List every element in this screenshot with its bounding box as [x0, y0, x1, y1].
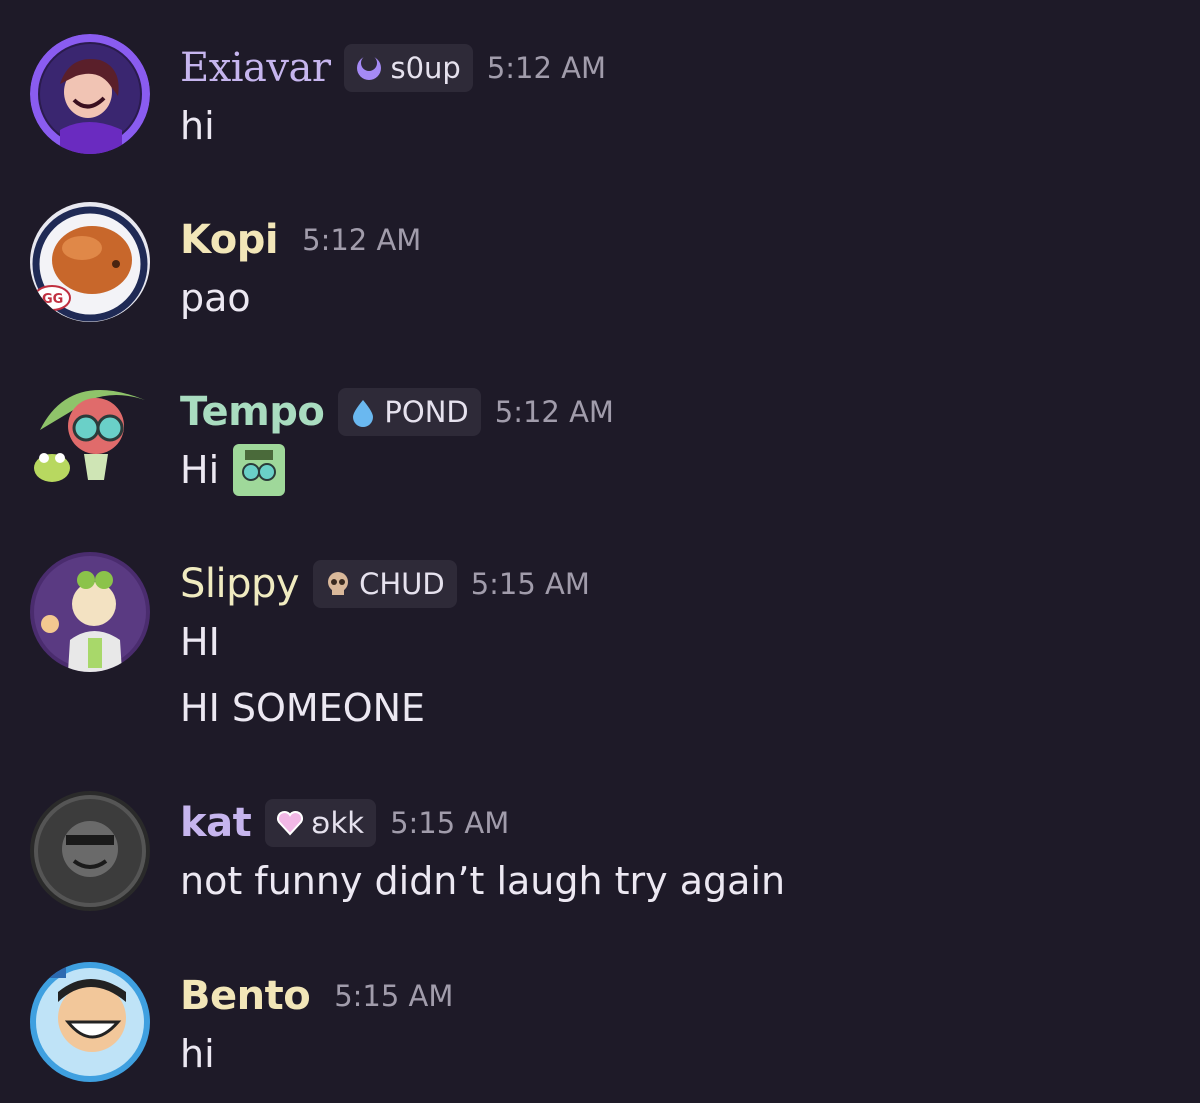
message-header: Exiavar s0up 5:12 AM [180, 40, 606, 96]
message-header: Tempo POND 5:12 AM [180, 384, 614, 440]
message-text-content: Hi [180, 448, 220, 492]
message-text: pao [180, 276, 251, 320]
timestamp[interactable]: 5:15 AM [471, 567, 590, 601]
username[interactable]: Exiavar [180, 45, 331, 91]
message-text: HI SOMEONE [180, 686, 426, 730]
timestamp[interactable]: 5:15 AM [390, 806, 509, 840]
message-header: Kopi 5:12 AM [180, 212, 421, 268]
username[interactable]: kat [180, 800, 252, 846]
message-text: hi [180, 104, 215, 148]
message-text: HI [180, 620, 220, 664]
frog-character-avatar-icon [30, 370, 150, 490]
username[interactable]: Slippy [180, 561, 300, 607]
chat-message-list: Exiavar s0up 5:12 AM hi GG Kopi 5:12 AM … [0, 0, 1200, 1103]
timestamp[interactable]: 5:12 AM [487, 51, 606, 85]
user-avatar[interactable] [30, 34, 150, 154]
message-text: hi [180, 1032, 215, 1076]
svg-text:GG: GG [42, 292, 63, 307]
role-badge[interactable]: POND [338, 388, 481, 436]
badge-label: CHUD [359, 567, 445, 601]
message-header: kat ʚkk 5:15 AM [180, 795, 509, 851]
user-avatar[interactable] [30, 791, 150, 911]
grinning-face-avatar-icon [30, 962, 150, 1082]
timestamp[interactable]: 5:12 AM [302, 223, 421, 257]
user-avatar[interactable] [30, 962, 150, 1082]
message-text: Hi [180, 440, 286, 500]
username[interactable]: Bento [180, 973, 311, 1019]
username[interactable]: Kopi [180, 217, 279, 263]
user-avatar[interactable]: GG [30, 202, 150, 322]
dark-gray-avatar-icon [30, 791, 150, 911]
skull-icon [323, 569, 353, 599]
goggles-character-avatar-icon [30, 552, 150, 672]
badge-label: ʚkk [311, 806, 365, 840]
timestamp[interactable]: 5:12 AM [495, 395, 614, 429]
water-drop-icon [348, 397, 378, 427]
user-avatar[interactable] [30, 370, 150, 490]
orange-blob-avatar-icon: GG [30, 202, 150, 322]
purple-portrait-avatar-icon [30, 34, 150, 154]
message-text: not funny didn’t laugh try again [180, 859, 786, 903]
pink-heart-icon [275, 808, 305, 838]
role-badge[interactable]: ʚkk [265, 799, 377, 847]
badge-label: s0up [390, 51, 461, 85]
username[interactable]: Tempo [180, 389, 325, 435]
message-header: Bento 5:15 AM [180, 968, 453, 1024]
role-badge[interactable]: s0up [344, 44, 473, 92]
role-badge[interactable]: CHUD [313, 560, 457, 608]
user-avatar[interactable] [30, 552, 150, 672]
message-header: Slippy CHUD 5:15 AM [180, 556, 590, 612]
green-frog-emoji-icon[interactable] [233, 444, 286, 496]
timestamp[interactable]: 5:15 AM [334, 979, 453, 1013]
crescent-moon-icon [354, 53, 384, 83]
badge-label: POND [384, 395, 469, 429]
